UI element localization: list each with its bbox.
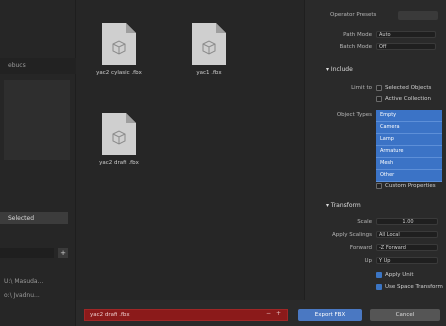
sidebar-header: ebucs: [0, 58, 76, 74]
include-section-toggle[interactable]: ▾ Include: [326, 66, 353, 73]
increment-icon[interactable]: +: [276, 310, 281, 317]
sidebar-selected-label: Selected: [8, 215, 35, 222]
limit-to-label: Limit to: [351, 85, 372, 91]
scale-field[interactable]: 1.00: [376, 218, 438, 225]
use-space-transform-checkbox[interactable]: [376, 284, 382, 290]
bookmark-item[interactable]: o:\ Jvadnu...: [4, 292, 40, 299]
apply-scalings-label: Apply Scalings: [331, 232, 372, 238]
object-type-item[interactable]: Other: [376, 170, 442, 182]
apply-scalings-select[interactable]: All Local: [376, 231, 438, 238]
apply-unit-checkbox[interactable]: [376, 272, 382, 278]
export-button[interactable]: Export FBX: [298, 309, 362, 321]
add-bookmark-button[interactable]: +: [58, 248, 68, 258]
up-label: Up: [364, 258, 372, 264]
file-name[interactable]: yac2 cylasic .fbx: [84, 70, 154, 76]
transform-section-toggle[interactable]: ▾ Transform: [326, 202, 361, 209]
sidebar-list[interactable]: [4, 80, 70, 160]
object-type-item[interactable]: Empty: [376, 110, 442, 122]
cancel-button[interactable]: Cancel: [370, 309, 440, 321]
use-space-transform-label: Use Space Transform: [385, 284, 443, 290]
apply-unit-label: Apply Unit: [385, 272, 414, 278]
object-types-list: Empty Camera Lamp Armature Mesh Other: [376, 110, 442, 182]
selected-objects-label: Selected Objects: [385, 85, 432, 91]
forward-label: Forward: [349, 245, 372, 251]
operator-presets-label: Operator Presets: [330, 12, 377, 18]
object-type-item[interactable]: Armature: [376, 146, 442, 158]
batch-mode-select[interactable]: Off: [376, 43, 436, 50]
file-icon[interactable]: [100, 112, 138, 156]
path-mode-select[interactable]: Auto: [376, 31, 436, 38]
object-types-label: Object Types: [336, 112, 372, 118]
bookmark-item[interactable]: U:\ Masuda...: [4, 278, 43, 285]
up-select[interactable]: Y Up: [376, 257, 438, 264]
custom-properties-label: Custom Properties: [385, 183, 436, 189]
sidebar-selected-row[interactable]: Selected: [0, 212, 68, 224]
path-mode-label: Path Mode: [343, 32, 372, 38]
file-name[interactable]: yac2 drafi .fbx: [84, 160, 154, 166]
file-icon[interactable]: [190, 22, 228, 66]
selected-objects-checkbox[interactable]: [376, 85, 382, 91]
file-icon[interactable]: [100, 22, 138, 66]
forward-select[interactable]: -Z Forward: [376, 244, 438, 251]
sidebar-label: ebucs: [8, 62, 26, 69]
batch-mode-label: Batch Mode: [339, 44, 372, 50]
include-section-label: Include: [330, 66, 353, 73]
file-name[interactable]: yac1 .fbx: [174, 70, 244, 76]
scale-label: Scale: [357, 219, 372, 225]
object-type-item[interactable]: Camera: [376, 122, 442, 134]
sidebar-panel: ebucs Selected + U:\ Masuda... o:\ Jvadn…: [0, 0, 76, 326]
transform-section-label: Transform: [330, 202, 361, 209]
decrement-icon[interactable]: −: [266, 310, 271, 317]
active-collection-checkbox[interactable]: [376, 96, 382, 102]
operator-presets-dropdown[interactable]: [398, 11, 438, 20]
sidebar-path-field[interactable]: [0, 248, 54, 258]
filename-input[interactable]: yac2 drafi .fbx: [84, 309, 288, 321]
active-collection-label: Active Collection: [385, 96, 431, 102]
custom-properties-checkbox[interactable]: [376, 183, 382, 189]
object-type-item[interactable]: Mesh: [376, 158, 442, 170]
object-type-item[interactable]: Lamp: [376, 134, 442, 146]
